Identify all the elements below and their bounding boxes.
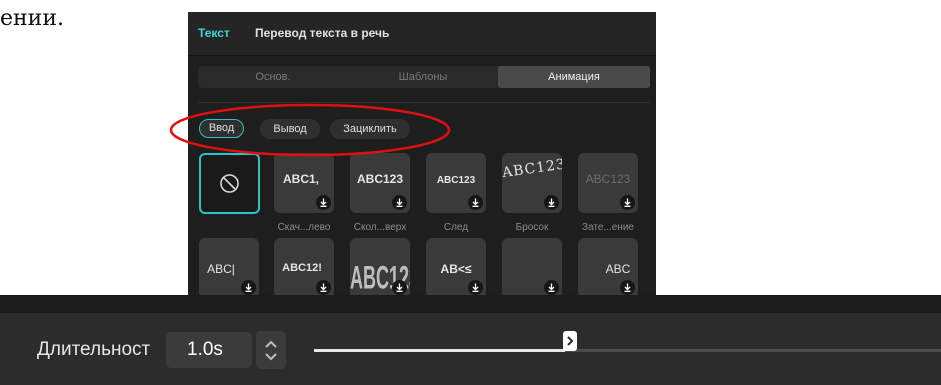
- subtab-basic[interactable]: Основ.: [198, 66, 348, 88]
- animation-tile[interactable]: ABC: [578, 238, 638, 298]
- download-icon[interactable]: [392, 280, 407, 295]
- animation-tile[interactable]: ABC123: [350, 238, 410, 298]
- stepper-arrows-icon: [265, 340, 277, 361]
- download-icon[interactable]: [316, 280, 331, 295]
- animation-tile[interactable]: ABC12!: [274, 238, 334, 298]
- animation-tile[interactable]: ABC1,: [274, 153, 334, 213]
- download-icon[interactable]: [544, 195, 559, 210]
- tab-text[interactable]: Текст: [198, 26, 230, 40]
- subtab-animation[interactable]: Анимация: [498, 66, 650, 88]
- download-icon[interactable]: [544, 280, 559, 295]
- filter-loop-button[interactable]: Зациклить: [330, 119, 410, 139]
- animation-tile[interactable]: ABC123: [502, 153, 562, 213]
- tile-caption: Зате...ение: [582, 222, 634, 233]
- tile-preview: ABC12!: [282, 262, 322, 274]
- document-text-fragment: ении.: [0, 6, 65, 31]
- animation-tile[interactable]: [502, 238, 562, 298]
- download-icon[interactable]: [468, 195, 483, 210]
- tile-preview: AB<≤: [440, 262, 472, 276]
- tile-caption: Скол...верх: [353, 222, 407, 233]
- animation-tile[interactable]: ABC123: [426, 153, 486, 213]
- tile-caption: Скач...лево: [277, 222, 331, 233]
- animation-none-tile[interactable]: [199, 153, 260, 214]
- duration-slider-handle[interactable]: [563, 331, 577, 351]
- download-icon[interactable]: [392, 195, 407, 210]
- tile-preview: ABC: [605, 262, 631, 276]
- download-icon[interactable]: [241, 280, 256, 295]
- filter-in-button[interactable]: Ввод: [199, 119, 244, 138]
- text-editor-panel: Текст Перевод текста в речь Основ. Шабло…: [188, 12, 656, 310]
- tile-preview: ABC123: [436, 175, 476, 186]
- download-icon[interactable]: [620, 280, 635, 295]
- tile-preview: ABC123: [502, 156, 562, 182]
- tile-preview: ABC123: [356, 172, 404, 186]
- bar-top-strip: [0, 295, 941, 313]
- tile-preview: ABC1,: [282, 172, 319, 186]
- tab-text-to-speech[interactable]: Перевод текста в речь: [255, 26, 389, 40]
- chevron-right-icon: [567, 336, 574, 346]
- tile-preview: ABC|: [207, 262, 235, 276]
- download-icon[interactable]: [468, 280, 483, 295]
- animation-tile[interactable]: ABC123: [350, 153, 410, 213]
- subtab-templates[interactable]: Шаблоны: [348, 66, 498, 88]
- duration-value: 1.0s: [187, 339, 223, 360]
- duration-stepper[interactable]: [256, 331, 286, 369]
- tile-caption: След: [443, 222, 469, 233]
- divider: [198, 102, 650, 103]
- subtab-bar: Основ. Шаблоны Анимация: [198, 66, 650, 88]
- filter-out-button[interactable]: Вывод: [260, 119, 320, 139]
- animation-tile[interactable]: ABC|: [199, 238, 259, 298]
- animation-tile[interactable]: AB<≤: [426, 238, 486, 298]
- download-icon[interactable]: [620, 195, 635, 210]
- download-icon[interactable]: [316, 195, 331, 210]
- panel-top-tabs: Текст Перевод текста в речь: [188, 12, 656, 56]
- animation-tile[interactable]: ABC123: [578, 153, 638, 213]
- tile-caption: Бросок: [515, 222, 549, 233]
- none-icon: [220, 174, 239, 193]
- duration-bar: Длительност 1.0s: [0, 295, 941, 385]
- duration-label: Длительност: [37, 339, 151, 360]
- tile-preview: ABC123: [585, 172, 631, 186]
- duration-slider-fill: [314, 349, 565, 352]
